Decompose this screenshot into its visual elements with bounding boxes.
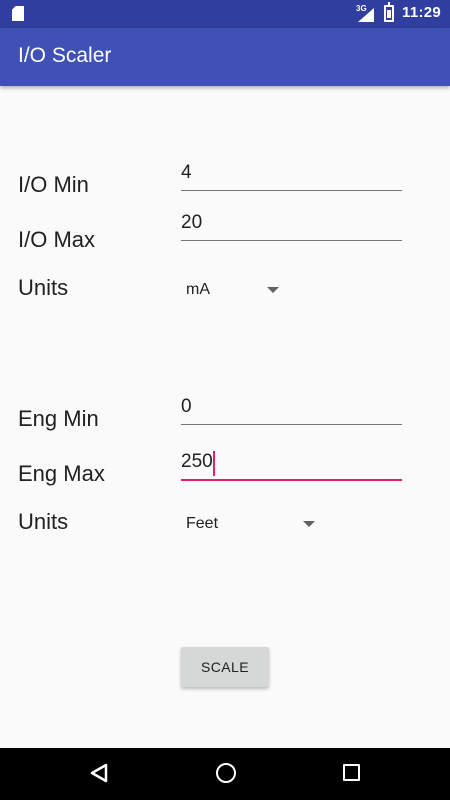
app-bar: I/O Scaler (0, 28, 450, 86)
io-min-label: I/O Min (18, 172, 89, 197)
eng-max-label: Eng Max (18, 461, 105, 486)
navigation-bar (0, 748, 450, 800)
eng-min-label: Eng Min (18, 406, 99, 431)
status-clock: 11:29 (402, 4, 442, 21)
io-units-value: mA (186, 281, 210, 298)
battery-charging-icon (384, 2, 394, 22)
status-bar: 3G 11:29 (0, 0, 450, 28)
app-title: I/O Scaler (18, 44, 112, 67)
dropdown-arrow-icon (267, 287, 279, 293)
back-icon[interactable] (90, 763, 108, 783)
eng-units-label: Units (18, 509, 69, 534)
recents-icon[interactable] (343, 764, 360, 781)
sd-card-icon (12, 6, 24, 21)
io-units-spinner[interactable]: mA (180, 273, 286, 307)
io-min-input[interactable] (181, 155, 402, 191)
dropdown-arrow-icon (303, 521, 315, 527)
network-type-label: 3G (356, 4, 367, 13)
eng-units-spinner[interactable]: Feet (180, 507, 322, 541)
io-max-input[interactable] (181, 205, 402, 241)
eng-units-value: Feet (186, 515, 219, 532)
home-icon[interactable] (216, 763, 236, 783)
eng-min-input[interactable] (181, 389, 402, 425)
scale-button[interactable]: SCALE (181, 647, 269, 687)
io-max-label: I/O Max (18, 227, 96, 252)
io-units-label: Units (18, 275, 69, 300)
text-cursor (213, 451, 215, 476)
